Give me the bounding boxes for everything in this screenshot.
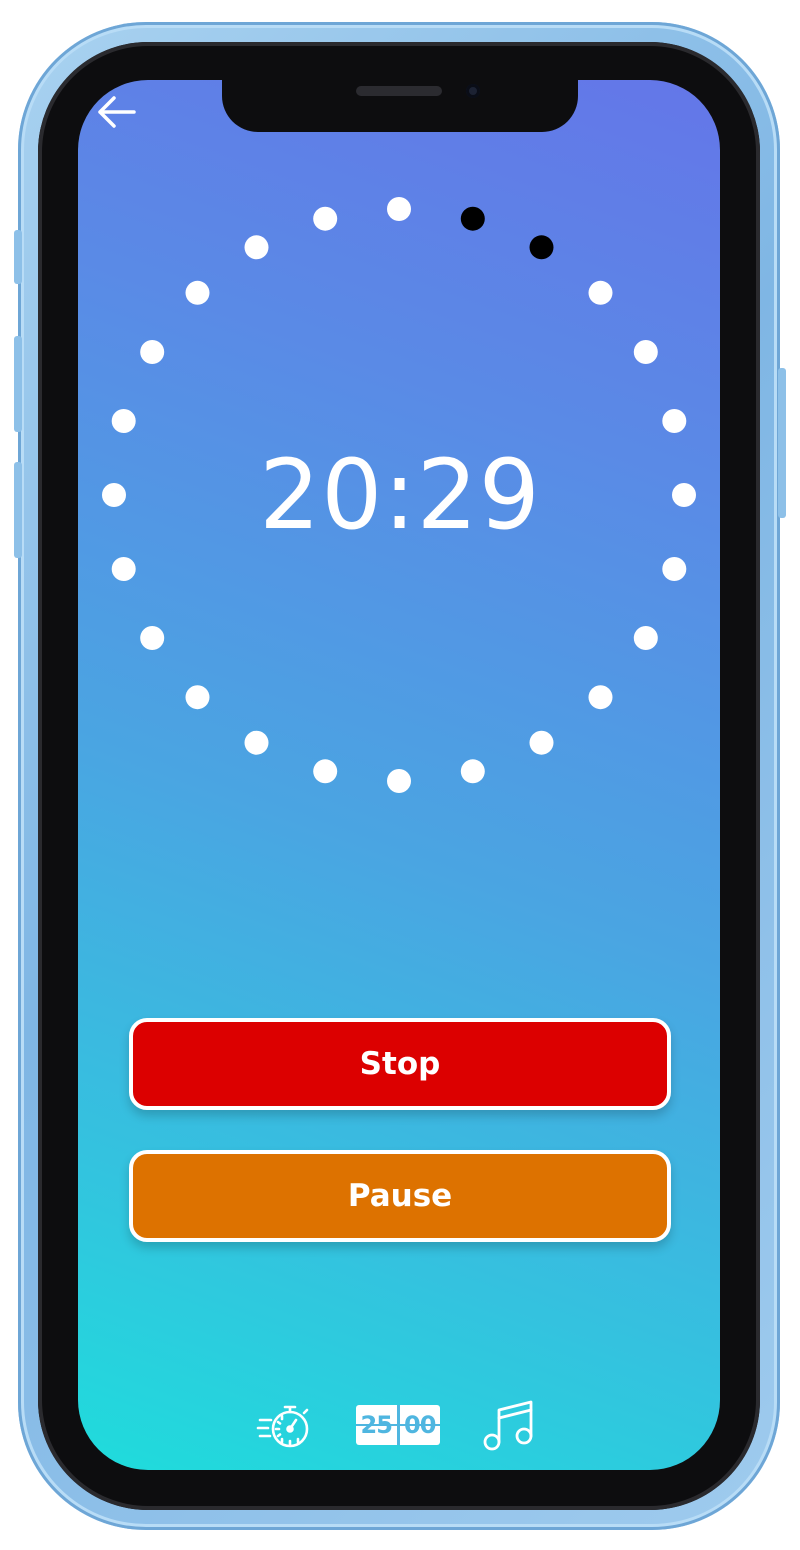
front-camera	[466, 84, 480, 98]
elapsed-progress-dot	[529, 235, 554, 260]
progress-dot	[111, 409, 136, 433]
back-button[interactable]	[96, 94, 140, 134]
nav-music[interactable]	[480, 1398, 540, 1454]
progress-dot	[588, 280, 613, 305]
time-remaining: 20:29	[259, 439, 541, 551]
music-note-icon	[483, 1400, 533, 1451]
power-button	[778, 368, 786, 518]
pause-button-label: Pause	[347, 1178, 453, 1214]
progress-dot	[244, 235, 269, 260]
stop-button[interactable]: Stop	[129, 1018, 671, 1110]
progress-dot	[244, 730, 269, 755]
arrow-left-icon	[98, 96, 136, 128]
progress-dot	[111, 557, 136, 581]
progress-dot	[672, 483, 696, 507]
duration-minutes-digits: 25	[356, 1405, 397, 1445]
elapsed-progress-dot	[460, 206, 485, 231]
earpiece-speaker	[356, 86, 442, 96]
progress-dot	[662, 409, 687, 433]
progress-dot	[140, 626, 165, 650]
stop-button-label: Stop	[359, 1046, 441, 1082]
bottom-navigation: 25 00	[250, 1398, 550, 1454]
nav-stopwatch[interactable]	[256, 1398, 314, 1454]
progress-dot	[529, 730, 554, 755]
progress-dot	[662, 557, 687, 581]
progress-dot	[313, 759, 338, 784]
stopwatch-icon	[256, 1405, 309, 1448]
progress-dot	[633, 340, 658, 364]
progress-dot	[588, 685, 613, 710]
progress-dot	[387, 769, 411, 793]
progress-dot	[460, 759, 485, 784]
progress-dot	[633, 626, 658, 650]
progress-dot	[387, 197, 411, 221]
progress-dot	[185, 685, 210, 710]
duration-seconds-digits: 00	[396, 1405, 441, 1445]
progress-dot	[185, 280, 210, 305]
progress-dot	[140, 340, 165, 364]
progress-dot	[102, 483, 126, 507]
mute-switch	[14, 230, 22, 284]
nav-timer-duration[interactable]: 25 00	[356, 1405, 440, 1445]
progress-dot	[313, 206, 338, 231]
pause-button[interactable]: Pause	[129, 1150, 671, 1242]
volume-up-button	[14, 336, 22, 432]
volume-down-button	[14, 462, 22, 558]
